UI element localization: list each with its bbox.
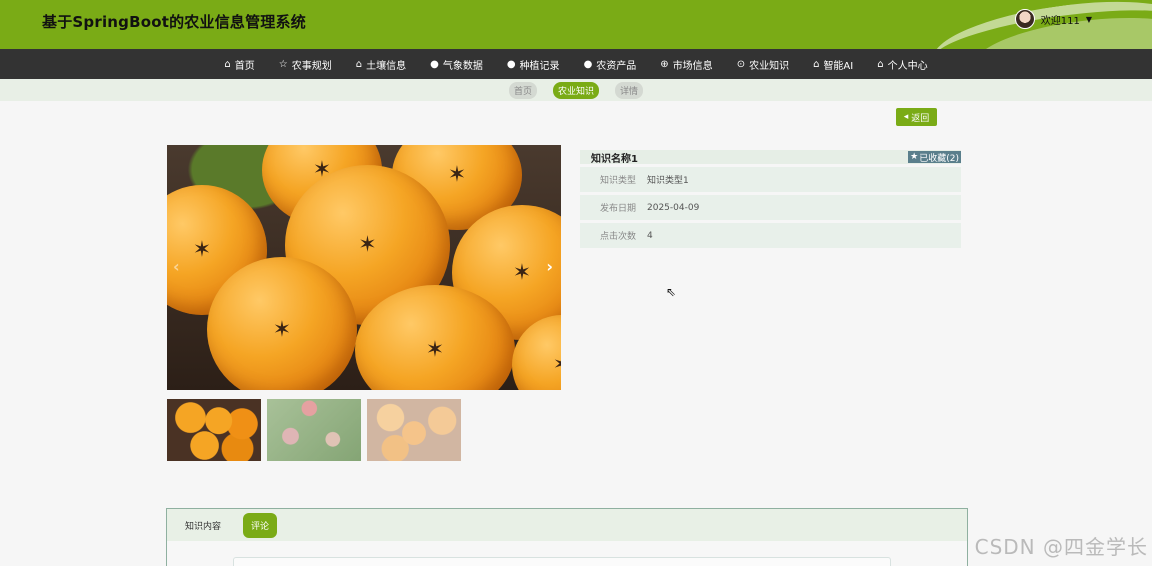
thumbnail-strip — [167, 399, 461, 461]
nav-item-profile[interactable]: ⌂ 个人中心 — [865, 57, 939, 72]
nav-label: 土壤信息 — [366, 60, 407, 72]
thumbnail-2[interactable] — [267, 399, 361, 461]
home-icon: ⌂ — [813, 58, 820, 70]
star-icon: ☆ — [278, 58, 288, 70]
nav-label: 气象数据 — [442, 60, 483, 72]
app-title: 基于SpringBoot的农业信息管理系统 — [42, 13, 306, 31]
info-icon: ● — [430, 58, 439, 70]
nav-label: 农业知识 — [749, 60, 790, 72]
detail-value: 2025-04-09 — [647, 202, 700, 213]
detail-header: 知识名称1 ★ 已收藏(2) — [580, 150, 961, 165]
nav-item-weather[interactable]: ● 气象数据 — [418, 57, 495, 72]
tab-comments[interactable]: 评论 — [243, 512, 278, 538]
tab-content-box — [233, 557, 891, 566]
nav-item-planting[interactable]: ● 种植记录 — [495, 57, 572, 72]
tab-knowledge-content[interactable]: 知识内容 — [177, 513, 229, 538]
favorite-label: 已收藏(2) — [919, 153, 959, 164]
home-icon: ⌂ — [224, 58, 231, 70]
nav-item-market[interactable]: ⊕ 市场信息 — [648, 57, 724, 72]
info-icon: ● — [506, 58, 516, 70]
nav-item-supplies[interactable]: ● 农资产品 — [572, 57, 649, 72]
back-button[interactable]: ◂ 返回 — [896, 108, 937, 126]
breadcrumb-detail: 详情 — [615, 81, 644, 99]
chevron-right-icon[interactable]: › — [546, 257, 553, 276]
detail-key: 发布日期 — [599, 204, 636, 214]
back-label: 返回 — [911, 113, 930, 124]
user-menu[interactable]: 欢迎111 ▼ — [1014, 9, 1092, 29]
main-image-carousel[interactable]: ‹ › — [167, 145, 561, 390]
main-nav: ⌂ 首页 ☆ 农事规划 ⌂ 土壤信息 ● 气象数据 ● 种植记录 ● 农资产品 ⊕ 市场信息 … — [0, 49, 1152, 79]
watermark: CSDN @四金学长 — [974, 535, 1148, 559]
avatar[interactable] — [1014, 9, 1035, 29]
detail-info-panel: 知识名称1 ★ 已收藏(2) 知识类型 知识类型1 发布日期 2025-04-09… — [580, 150, 961, 248]
compass-icon: ⊙ — [736, 58, 746, 70]
chevron-left-icon[interactable]: ‹ — [173, 257, 180, 276]
nav-label: 首页 — [234, 60, 255, 72]
nav-label: 智能AI — [823, 60, 854, 72]
nav-label: 个人中心 — [887, 60, 928, 72]
nav-item-knowledge[interactable]: ⊙ 农业知识 — [725, 57, 801, 72]
nav-label: 农事规划 — [291, 60, 332, 72]
user-greeting: 欢迎111 — [1040, 15, 1080, 27]
detail-key: 知识类型 — [599, 176, 636, 186]
nav-item-soil[interactable]: ⌂ 土壤信息 — [344, 57, 418, 72]
star-icon: ★ — [910, 152, 919, 162]
breadcrumb: 首页 农业知识 详情 — [0, 79, 1152, 101]
nav-label: 种植记录 — [519, 60, 560, 72]
globe-icon: ⊕ — [660, 58, 669, 70]
detail-row: 发布日期 2025-04-09 — [580, 195, 961, 220]
chevron-left-icon: ◂ — [903, 112, 909, 122]
detail-value: 知识类型1 — [647, 176, 689, 186]
caret-down-icon[interactable]: ▼ — [1086, 15, 1092, 24]
mouse-cursor-icon: ⇖ — [666, 285, 677, 299]
breadcrumb-knowledge[interactable]: 农业知识 — [552, 81, 599, 99]
home-icon: ⌂ — [355, 58, 363, 70]
content-tabs: 知识内容 评论 — [166, 508, 968, 566]
knowledge-name: 知识名称1 — [591, 153, 638, 165]
tabs-bar: 知识内容 评论 — [167, 509, 967, 541]
info-icon: ● — [583, 58, 593, 70]
nav-item-ai[interactable]: ⌂ 智能AI — [801, 57, 865, 72]
nav-item-farm-plan[interactable]: ☆ 农事规划 — [267, 57, 344, 72]
detail-value: 4 — [647, 230, 653, 241]
fruit-shape — [207, 257, 357, 390]
nav-item-home[interactable]: ⌂ 首页 — [212, 57, 266, 72]
detail-key: 点击次数 — [599, 232, 636, 242]
nav-label: 农资产品 — [596, 60, 637, 72]
detail-row: 知识类型 知识类型1 — [580, 167, 961, 192]
breadcrumb-home[interactable]: 首页 — [508, 81, 537, 99]
thumbnail-3[interactable] — [367, 399, 461, 461]
favorite-button[interactable]: ★ 已收藏(2) — [908, 151, 961, 164]
detail-row: 点击次数 4 — [580, 223, 961, 248]
home-icon: ⌂ — [877, 58, 884, 70]
nav-label: 市场信息 — [672, 60, 713, 72]
header: 基于SpringBoot的农业信息管理系统 欢迎111 ▼ — [0, 0, 1152, 49]
thumbnail-1[interactable] — [167, 399, 261, 461]
